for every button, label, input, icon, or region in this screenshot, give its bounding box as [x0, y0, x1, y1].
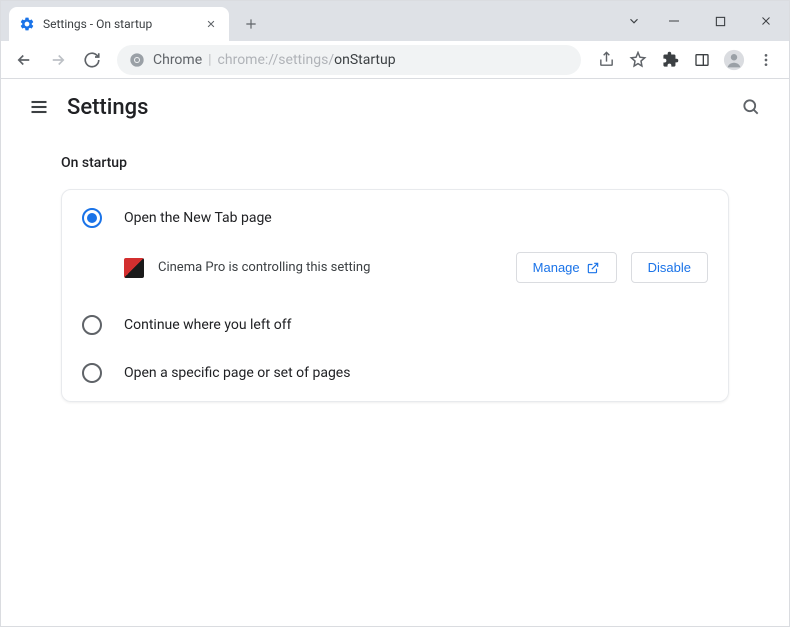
share-icon[interactable]	[591, 45, 621, 75]
radio-icon	[82, 315, 102, 335]
sidepanel-icon[interactable]	[687, 45, 717, 75]
extension-notice: Cinema Pro is controlling this setting M…	[62, 242, 728, 301]
tab-bar: Settings - On startup	[1, 1, 789, 41]
extension-app-icon	[124, 258, 144, 278]
url-path-suffix: onStartup	[334, 52, 395, 68]
url-path-prefix: chrome://settings/	[218, 52, 335, 68]
radio-continue-where-left-off[interactable]: Continue where you left off	[62, 301, 728, 349]
manage-label: Manage	[533, 260, 580, 275]
url-host: Chrome	[153, 52, 202, 68]
radio-icon	[82, 363, 102, 383]
chevron-down-icon[interactable]	[617, 14, 651, 28]
address-bar[interactable]: Chrome | chrome://settings/onStartup	[117, 45, 581, 75]
disable-button[interactable]: Disable	[631, 252, 708, 283]
close-icon[interactable]	[203, 16, 219, 32]
maximize-button[interactable]	[697, 1, 743, 41]
section-title: On startup	[61, 155, 729, 171]
open-external-icon	[586, 261, 600, 275]
close-button[interactable]	[743, 1, 789, 41]
radio-open-new-tab[interactable]: Open the New Tab page	[62, 194, 728, 242]
bookmark-icon[interactable]	[623, 45, 653, 75]
disable-label: Disable	[648, 260, 691, 275]
radio-label: Open the New Tab page	[124, 210, 272, 226]
radio-icon	[82, 208, 102, 228]
hamburger-menu-icon[interactable]	[19, 87, 59, 127]
search-icon[interactable]	[731, 87, 771, 127]
radio-open-specific-page[interactable]: Open a specific page or set of pages	[62, 349, 728, 397]
toolbar: Chrome | chrome://settings/onStartup	[1, 41, 789, 79]
profile-icon[interactable]	[719, 45, 749, 75]
content-area: On startup Open the New Tab page Cinema …	[1, 135, 789, 626]
minimize-button[interactable]	[651, 1, 697, 41]
startup-card: Open the New Tab page Cinema Pro is cont…	[61, 189, 729, 402]
reload-button[interactable]	[77, 45, 107, 75]
window-controls	[617, 1, 789, 41]
page-title: Settings	[67, 95, 148, 120]
extension-notice-text: Cinema Pro is controlling this setting	[158, 260, 502, 275]
browser-window: Settings - On startup	[0, 0, 790, 627]
radio-label: Continue where you left off	[124, 317, 292, 333]
menu-icon[interactable]	[751, 45, 781, 75]
manage-button[interactable]: Manage	[516, 252, 617, 283]
settings-header: Settings	[1, 79, 789, 135]
gear-icon	[19, 16, 35, 32]
forward-button[interactable]	[43, 45, 73, 75]
chrome-icon	[129, 52, 145, 68]
tab-title: Settings - On startup	[43, 17, 195, 31]
radio-label: Open a specific page or set of pages	[124, 365, 350, 381]
back-button[interactable]	[9, 45, 39, 75]
tab-settings[interactable]: Settings - On startup	[9, 7, 229, 41]
extensions-icon[interactable]	[655, 45, 685, 75]
address-text: Chrome | chrome://settings/onStartup	[153, 52, 396, 68]
new-tab-button[interactable]	[237, 10, 265, 38]
